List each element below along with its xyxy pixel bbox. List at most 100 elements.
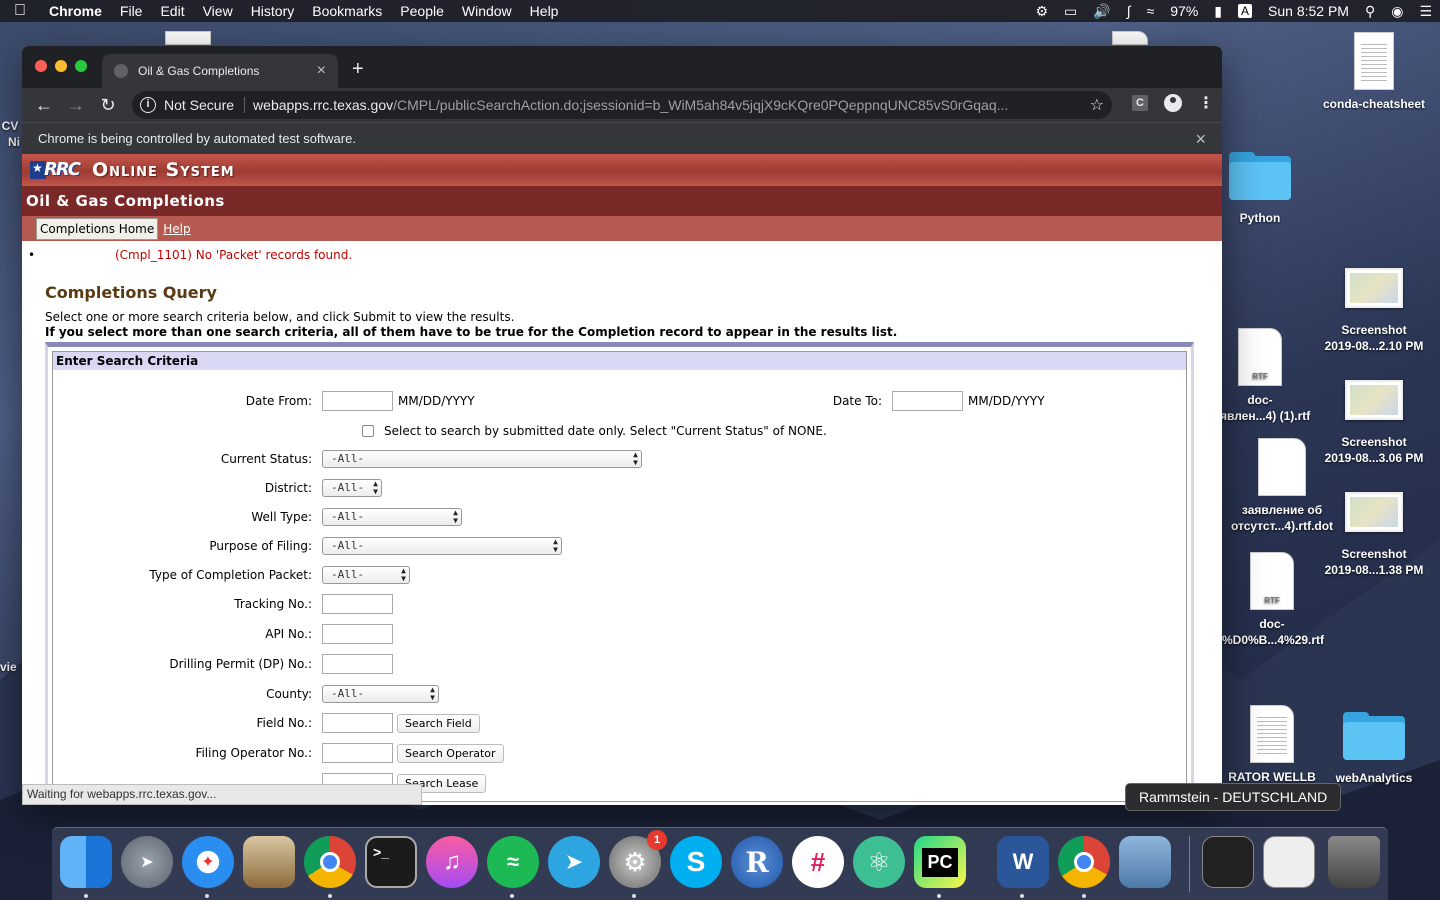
extension-icon[interactable]: C bbox=[1132, 95, 1148, 111]
submitted-only-checkbox[interactable] bbox=[362, 425, 374, 437]
spotify-icon[interactable]: ≈ bbox=[487, 836, 539, 888]
date-from-input[interactable] bbox=[322, 391, 393, 411]
county-select[interactable]: -All- ▲ ▼ bbox=[322, 685, 439, 703]
search-field-button[interactable]: Search Field bbox=[397, 713, 480, 733]
chrome-2-icon[interactable] bbox=[1058, 836, 1110, 888]
select-arrows-icon: ▲ ▼ bbox=[401, 566, 406, 583]
desktop-icon-doc-rtf-2[interactable]: RTF doc- %D0%B...4%29.rtf bbox=[1222, 552, 1324, 648]
menu-app-name[interactable]: Chrome bbox=[40, 3, 111, 19]
skype-icon[interactable]: S bbox=[670, 836, 722, 888]
desktop-item-left-edge-cv[interactable]: CV Ni bbox=[0, 118, 20, 150]
search-criteria-header: Enter Search Criteria bbox=[53, 352, 1186, 370]
new-tab-icon[interactable]: + bbox=[352, 58, 364, 81]
bluetooth-icon[interactable]: ∫ bbox=[1119, 3, 1139, 19]
lock-status-icon[interactable]: ⚙ bbox=[1027, 3, 1056, 20]
security-indicator[interactable]: Not Secure bbox=[164, 97, 246, 113]
api-input[interactable] bbox=[322, 624, 393, 644]
field-no-input[interactable] bbox=[322, 713, 393, 733]
siri-icon[interactable]: ◉ bbox=[1383, 3, 1411, 20]
purpose-select[interactable]: -All- ▲ ▼ bbox=[322, 537, 562, 555]
clock[interactable]: Sun 8:52 PM bbox=[1260, 3, 1357, 19]
menu-bookmarks[interactable]: Bookmarks bbox=[303, 3, 391, 19]
battery-percent[interactable]: 97% bbox=[1162, 3, 1206, 19]
well-type-select[interactable]: -All- ▲ ▼ bbox=[322, 508, 462, 526]
notification-center-icon[interactable]: ☰ bbox=[1411, 3, 1440, 20]
menu-history[interactable]: History bbox=[242, 3, 304, 19]
menu-file[interactable]: File bbox=[111, 3, 152, 19]
pycharm-icon[interactable]: PC bbox=[914, 836, 966, 888]
launchpad-icon[interactable]: ➤ bbox=[121, 836, 173, 888]
close-window-icon[interactable] bbox=[35, 60, 47, 72]
terminal-icon[interactable]: >_ bbox=[365, 836, 417, 888]
operator-no-input[interactable] bbox=[322, 743, 393, 763]
minimize-window-icon[interactable] bbox=[55, 60, 67, 72]
telegram-icon[interactable]: ➤ bbox=[548, 836, 600, 888]
trash-icon[interactable] bbox=[1328, 836, 1380, 888]
minimized-window-word-icon[interactable] bbox=[1263, 836, 1315, 888]
purpose-row: Purpose of Filing: -All- ▲ ▼ bbox=[22, 537, 562, 555]
music-icon[interactable]: ♫ bbox=[426, 836, 478, 888]
address-bar[interactable]: i Not Secure webapps.rrc.texas.gov /CMPL… bbox=[132, 91, 1112, 119]
nav-completions-home[interactable]: Completions Home bbox=[36, 217, 159, 240]
back-arrow-icon[interactable]: ← bbox=[28, 95, 60, 116]
wifi-icon[interactable]: ≈ bbox=[1139, 3, 1163, 19]
api-label: API No.: bbox=[265, 627, 312, 641]
select-arrows-icon: ▲ ▼ bbox=[453, 508, 458, 525]
preview-icon[interactable] bbox=[243, 836, 295, 888]
atom-icon[interactable]: ⚛ bbox=[853, 836, 905, 888]
dp-input[interactable] bbox=[322, 654, 393, 674]
forward-arrow-icon[interactable]: → bbox=[60, 95, 92, 116]
profile-avatar-icon[interactable] bbox=[1164, 94, 1182, 112]
packet-type-select[interactable]: -All- ▲ ▼ bbox=[322, 566, 410, 584]
url-path: /CMPL/publicSearchAction.do;jsessionid=b… bbox=[393, 97, 1009, 113]
desktop-item-left-edge-vie[interactable]: vie bbox=[0, 659, 17, 675]
search-operator-button[interactable]: Search Operator bbox=[397, 743, 504, 763]
date-to-input[interactable] bbox=[892, 391, 963, 411]
chrome-icon[interactable] bbox=[304, 836, 356, 888]
minimized-window-spotify-icon[interactable] bbox=[1202, 836, 1254, 888]
zoom-window-icon[interactable] bbox=[75, 60, 87, 72]
image-capture-icon[interactable] bbox=[1119, 836, 1171, 888]
info-icon[interactable]: i bbox=[140, 97, 156, 113]
input-source-icon[interactable]: A bbox=[1238, 4, 1253, 18]
menu-edit[interactable]: Edit bbox=[151, 3, 193, 19]
more-menu-icon[interactable]: ⋮ bbox=[1198, 93, 1214, 113]
desktop-icon-conda-cheatsheet[interactable]: conda-cheatsheet bbox=[1314, 32, 1434, 112]
menu-window[interactable]: Window bbox=[453, 3, 521, 19]
system-preferences-icon[interactable]: ⚙ 1 bbox=[609, 830, 667, 888]
current-status-select[interactable]: -All- ▲ ▼ bbox=[322, 450, 642, 468]
nav-help-link[interactable]: Help bbox=[161, 219, 192, 239]
bookmark-star-icon[interactable]: ☆ bbox=[1090, 95, 1104, 115]
finder-icon[interactable] bbox=[60, 836, 112, 888]
menu-help[interactable]: Help bbox=[521, 3, 568, 19]
airplay-icon[interactable]: ▭ bbox=[1056, 3, 1085, 20]
reload-icon[interactable]: ↻ bbox=[92, 95, 124, 116]
tracking-input[interactable] bbox=[322, 594, 393, 614]
well-type-label: Well Type: bbox=[251, 510, 312, 524]
menu-people[interactable]: People bbox=[391, 3, 453, 19]
close-infobar-icon[interactable]: × bbox=[1195, 129, 1206, 150]
tab-active[interactable]: Oil & Gas Completions × bbox=[102, 54, 338, 88]
desktop-icon-screenshot-1[interactable]: Screenshot 2019-08...2.10 PM bbox=[1314, 268, 1434, 354]
desktop-folder-webanalytics[interactable]: webAnalytics bbox=[1314, 712, 1434, 786]
desktop-icon-screenshot-3[interactable]: Screenshot 2019-08...1.38 PM bbox=[1314, 492, 1434, 578]
close-tab-icon[interactable]: × bbox=[317, 62, 326, 80]
page-content: ★ RRC Online System Oil & Gas Completion… bbox=[22, 154, 1222, 805]
spotlight-search-icon[interactable]: ⚲ bbox=[1357, 3, 1383, 20]
desktop-icon-doc-rtf-1[interactable]: RTF doc- явлен...4) (1).rtf bbox=[1220, 328, 1310, 424]
apple-menu-icon[interactable]:  bbox=[0, 2, 40, 20]
safari-icon[interactable]: ✦ bbox=[182, 836, 234, 888]
date-from-format: MM/DD/YYYY bbox=[398, 394, 475, 408]
district-select[interactable]: -All- ▲ ▼ bbox=[322, 479, 382, 497]
volume-icon[interactable]: 🔊 bbox=[1085, 3, 1118, 20]
slack-icon[interactable]: # bbox=[792, 836, 844, 888]
word-icon[interactable]: W bbox=[997, 836, 1049, 888]
desktop-icon-operator-csv[interactable]: RATOR WELLB bbox=[1222, 705, 1322, 789]
r-icon[interactable]: R bbox=[731, 836, 783, 888]
current-status-row: Current Status: -All- ▲ ▼ bbox=[22, 450, 642, 468]
screenshot-thumbnail-icon bbox=[1345, 380, 1403, 420]
battery-icon[interactable]: ▮ bbox=[1206, 3, 1230, 20]
district-row: District: -All- ▲ ▼ bbox=[22, 479, 382, 497]
field-no-row: Field No.: Search Field bbox=[22, 713, 480, 733]
menu-view[interactable]: View bbox=[194, 3, 242, 19]
